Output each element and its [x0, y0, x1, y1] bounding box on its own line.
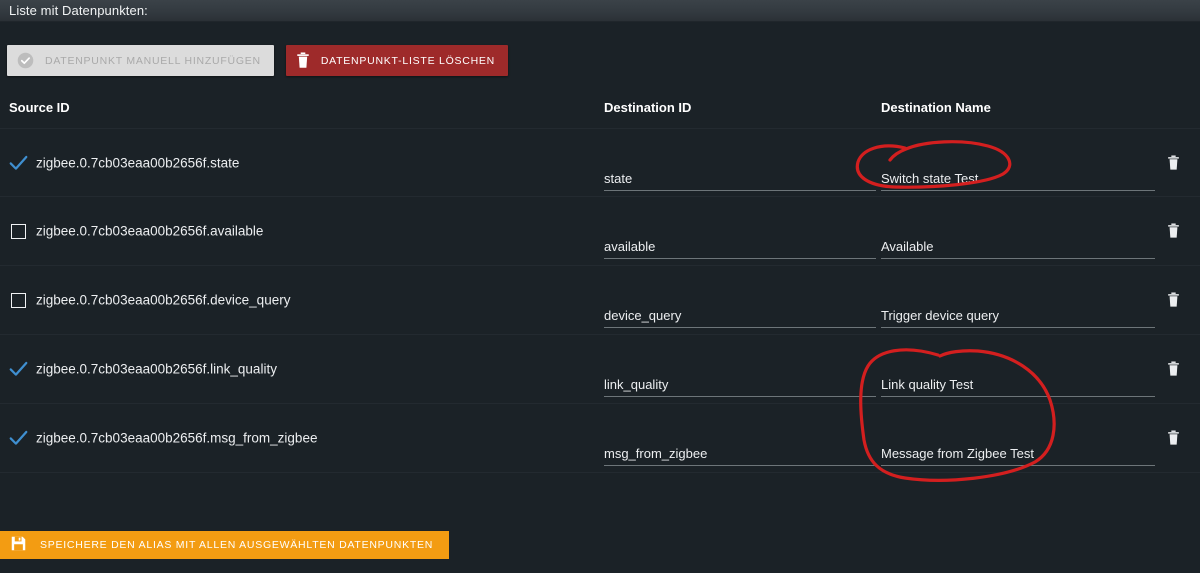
delete-row-button[interactable] [1165, 291, 1181, 309]
trash-icon [1167, 361, 1179, 376]
delete-row-button[interactable] [1165, 154, 1181, 172]
table-row: zigbee.0.7cb03eaa00b2656f.link_qualityli… [0, 335, 1200, 404]
trash-icon [1167, 223, 1179, 238]
checkbox-empty-icon [10, 223, 26, 239]
delete-row-button[interactable] [1165, 429, 1181, 447]
destination-name-input[interactable]: Available [881, 223, 1155, 259]
delete-row-button[interactable] [1165, 360, 1181, 378]
delete-row-button[interactable] [1165, 222, 1181, 240]
destination-id-input[interactable]: available [604, 223, 876, 259]
destination-name-input[interactable]: Link quality Test [881, 361, 1155, 397]
row-select-checkbox[interactable] [9, 222, 27, 240]
destination-id-value: device_query [604, 308, 682, 323]
checkmark-icon [9, 361, 28, 377]
check-circle-icon [17, 52, 34, 69]
table-row: zigbee.0.7cb03eaa00b2656f.state state Swit… [0, 128, 1200, 197]
toolbar: Datenpunkt manuell hinzufügen Datenpunkt… [7, 45, 508, 76]
column-header-destination-id: Destination ID [604, 100, 692, 115]
checkmark-icon [9, 155, 28, 171]
source-id-text: zigbee.0.7cb03eaa00b2656f.state [36, 155, 240, 170]
clear-datapoint-list-button[interactable]: Datenpunkt-Liste löschen [285, 45, 508, 76]
checkbox-empty-icon [10, 292, 26, 308]
destination-id-value: msg_from_zigbee [604, 446, 708, 461]
destination-name-input[interactable]: Trigger device query [881, 292, 1155, 328]
save-alias-button[interactable]: Speichere den Alias mit allen ausgewählt… [0, 531, 450, 559]
column-header-source-id: Source ID [9, 100, 70, 115]
clear-datapoint-list-label: Datenpunkt-Liste löschen [320, 54, 495, 67]
destination-id-input[interactable]: link_quality [604, 361, 876, 397]
save-disk-icon [11, 536, 26, 554]
datapoints-table: Source ID Destination ID Destination Nam… [0, 96, 1200, 473]
trash-icon [1167, 292, 1179, 307]
table-header-row: Source ID Destination ID Destination Nam… [0, 96, 1200, 128]
source-id-text: zigbee.0.7cb03eaa00b2656f.available [36, 223, 264, 239]
row-select-checkbox[interactable] [9, 429, 27, 447]
window-titlebar: Liste mit Datenpunkten: [0, 0, 1200, 22]
checkmark-icon [9, 430, 28, 446]
trash-icon [1167, 430, 1179, 445]
table-row: zigbee.0.7cb03eaa00b2656f.msg_from_zigbe… [0, 404, 1200, 473]
source-id-text: zigbee.0.7cb03eaa00b2656f.link_quality [36, 361, 277, 377]
destination-id-value: available [604, 239, 656, 254]
destination-id-input[interactable]: device_query [604, 292, 876, 328]
destination-name-value: Available [881, 239, 934, 254]
destination-id-value: state [604, 171, 633, 186]
destination-id-input[interactable]: msg_from_zigbee [604, 430, 876, 466]
row-select-checkbox[interactable] [9, 154, 27, 172]
destination-name-input[interactable]: Switch state Test [881, 155, 1155, 191]
destination-name-value: Switch state Test [881, 171, 979, 186]
add-datapoint-manually-button[interactable]: Datenpunkt manuell hinzufügen [7, 45, 274, 76]
table-body: zigbee.0.7cb03eaa00b2656f.state state Swit… [0, 128, 1200, 473]
save-alias-label: Speichere den Alias mit allen ausgewählt… [40, 539, 434, 551]
destination-id-value: link_quality [604, 377, 669, 392]
column-header-destination-name: Destination Name [881, 100, 991, 115]
destination-id-input[interactable]: state [604, 155, 876, 191]
trash-icon [1167, 154, 1179, 170]
table-row: zigbee.0.7cb03eaa00b2656f.device_queryde… [0, 266, 1200, 335]
destination-name-value: Link quality Test [881, 377, 974, 392]
table-row: zigbee.0.7cb03eaa00b2656f.available avail… [0, 197, 1200, 266]
destination-name-value: Trigger device query [881, 308, 1000, 323]
source-id-text: zigbee.0.7cb03eaa00b2656f.msg_from_zigbe… [36, 430, 318, 446]
source-id-text: zigbee.0.7cb03eaa00b2656f.device_query [36, 292, 291, 308]
destination-name-value: Message from Zigbee Test [881, 446, 1034, 461]
add-datapoint-manually-label: Datenpunkt manuell hinzufügen [45, 54, 261, 67]
row-select-checkbox[interactable] [9, 291, 27, 309]
destination-name-input[interactable]: Message from Zigbee Test [881, 430, 1155, 466]
trash-icon [296, 52, 310, 69]
page-title: Liste mit Datenpunkten: [9, 3, 148, 18]
row-select-checkbox[interactable] [9, 360, 27, 378]
